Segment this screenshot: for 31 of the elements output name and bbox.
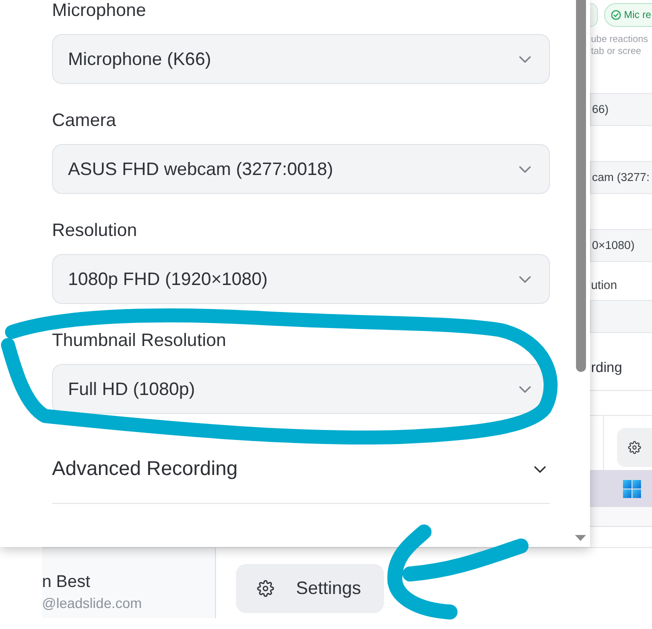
dropdown-select[interactable]: 66) (590, 93, 652, 126)
field-label: ution (590, 277, 618, 294)
description-text: ube reactions (590, 34, 648, 46)
chevron-down-icon (519, 56, 531, 62)
status-chip: Mic re (604, 3, 652, 27)
description-text: tab or scree (590, 46, 642, 58)
chevron-down-icon (519, 386, 531, 392)
gear-icon (257, 580, 274, 597)
check-circle-icon (611, 10, 621, 20)
four-squares-icon[interactable] (623, 480, 641, 498)
chevron-down-icon (519, 276, 531, 282)
dropdown-select[interactable]: cam (3277: (590, 161, 652, 194)
user-email: @leadslide.com (42, 594, 142, 612)
dropdown-select[interactable]: Microphone (K66) (52, 34, 550, 84)
dropdown-select[interactable]: 0×1080) (590, 229, 652, 262)
field-label: Camera (52, 110, 116, 130)
status-chip (590, 3, 598, 27)
field-label: Thumbnail Resolution (52, 330, 226, 350)
dropdown-select[interactable]: 1080p FHD (1920×1080) (52, 254, 550, 304)
scroll-down-arrow-icon[interactable] (575, 535, 586, 541)
gear-icon (628, 441, 641, 454)
user-name: n Best (42, 572, 90, 592)
gear-button[interactable] (617, 428, 652, 467)
section-heading: rding (590, 358, 622, 377)
scrollbar-thumb[interactable] (576, 0, 586, 372)
chevron-down-icon (519, 166, 531, 172)
dropdown-select[interactable]: ASUS FHD webcam (3277:0018) (52, 144, 550, 194)
field-label: Resolution (52, 220, 138, 240)
section-toggle[interactable]: Advanced Recording (52, 440, 550, 504)
settings-button[interactable]: Settings (236, 564, 384, 613)
field-label: Microphone (52, 0, 146, 20)
